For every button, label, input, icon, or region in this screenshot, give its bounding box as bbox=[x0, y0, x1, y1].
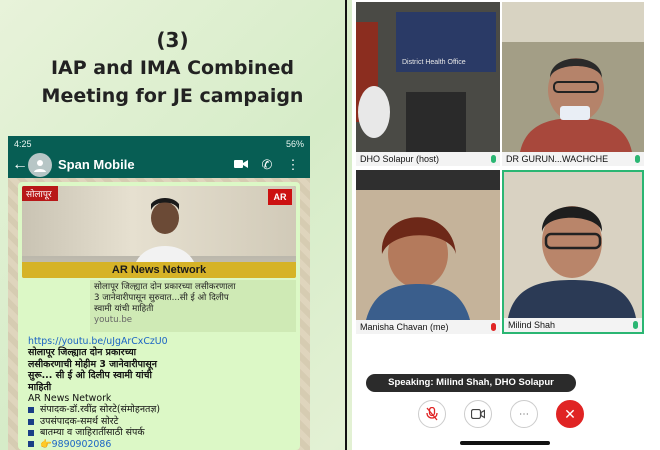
mic-muted-icon bbox=[491, 323, 496, 331]
mic-off-icon bbox=[426, 407, 438, 421]
call-controls: ⋯ ✕ bbox=[352, 400, 660, 430]
battery-level: 56% bbox=[285, 138, 304, 149]
whatsapp-screenshot: 4:25 56% ← Span Mobile ✆ ⋮ सोलापूर AR AR… bbox=[8, 136, 310, 450]
speaking-indicator: Speaking: Milind Shah, DHO Solapur bbox=[366, 374, 576, 392]
participant-tile[interactable]: District Health Office DHO Solapur (host… bbox=[356, 2, 500, 166]
end-call-button[interactable]: ✕ bbox=[556, 400, 584, 428]
bullet-icon bbox=[28, 407, 34, 414]
status-bar: 4:25 56% bbox=[8, 136, 310, 151]
participant-video bbox=[504, 172, 642, 318]
participant-video bbox=[502, 2, 644, 152]
list-item: 👉9890902086 bbox=[28, 439, 296, 450]
participant-label: DR GURUN...WACHCHE bbox=[502, 152, 644, 166]
more-button[interactable]: ⋯ bbox=[510, 400, 538, 428]
video-call-icon[interactable] bbox=[228, 157, 254, 172]
preview-line-2: 3 जानेवारीपासून सुरुवात...सी ई ओ दिलीप bbox=[94, 293, 229, 303]
heading-line-1: IAP and IMA Combined bbox=[50, 57, 295, 79]
office-sign: District Health Office bbox=[402, 59, 466, 66]
participant-name: DR GURUN...WACHCHE bbox=[506, 154, 609, 164]
panel-divider bbox=[345, 0, 347, 450]
preview-domain: youtu.be bbox=[94, 315, 133, 325]
mic-on-icon bbox=[635, 155, 640, 163]
left-panel: (3) IAP and IMA Combined Meeting for JE … bbox=[0, 0, 345, 450]
preview-line-1: सोलापूर जिल्ह्यात दोन प्रकारच्या लसीकरणा… bbox=[94, 282, 236, 292]
channel-logo: AR bbox=[268, 189, 292, 205]
message-bold-2: लसीकरणाची मोहीम 3 जानेवारीपासून bbox=[28, 358, 157, 370]
contact-avatar[interactable] bbox=[28, 152, 52, 177]
participant-tile[interactable]: DR GURUN...WACHCHE bbox=[502, 2, 644, 166]
ellipsis-icon: ⋯ bbox=[519, 408, 529, 420]
heading-number: (3) bbox=[156, 28, 189, 52]
status-time: 4:25 bbox=[14, 138, 32, 149]
participant-tile-active[interactable]: Milind Shah bbox=[502, 170, 644, 334]
camera-button[interactable] bbox=[464, 400, 492, 428]
participant-label: Milind Shah bbox=[504, 318, 642, 332]
message-bold-4: माहिती bbox=[28, 381, 52, 393]
heading-line-2: Meeting for JE campaign bbox=[41, 85, 304, 107]
video-banner: AR News Network bbox=[22, 262, 296, 278]
contact-name[interactable]: Span Mobile bbox=[58, 157, 228, 172]
mic-on-icon bbox=[491, 155, 496, 163]
bullet-icon bbox=[28, 429, 34, 436]
message-bubble[interactable]: सोलापूर AR AR News Network सोलापूर जिल्ह… bbox=[18, 182, 300, 450]
video-thumbnail[interactable]: सोलापूर AR AR News Network bbox=[22, 186, 296, 278]
office-scene: District Health Office bbox=[356, 2, 500, 152]
back-arrow-icon[interactable]: ← bbox=[12, 156, 28, 174]
home-indicator bbox=[460, 441, 550, 445]
chat-area: सोलापूर AR AR News Network सोलापूर जिल्ह… bbox=[8, 178, 310, 450]
slide-heading: (3) IAP and IMA Combined Meeting for JE … bbox=[0, 26, 345, 110]
list-item: उपसंपादक-समर्थ सोरटे bbox=[28, 416, 296, 427]
location-tag: सोलापूर bbox=[22, 186, 58, 201]
close-icon: ✕ bbox=[564, 405, 576, 422]
bullet-icon bbox=[28, 441, 34, 448]
participant-name: DHO Solapur (host) bbox=[360, 154, 440, 164]
participant-label: DHO Solapur (host) bbox=[356, 152, 500, 166]
message-link[interactable]: https://youtu.be/uJgArCxCzU0 bbox=[28, 336, 296, 347]
network-name: AR News Network bbox=[28, 393, 112, 405]
link-preview[interactable]: सोलापूर जिल्ह्यात दोन प्रकारच्या लसीकरणा… bbox=[90, 280, 296, 332]
more-options-icon[interactable]: ⋮ bbox=[280, 157, 306, 173]
preview-line-3: स्वामी यांची माहिती bbox=[94, 304, 154, 314]
message-bold-3: सुरू... सी ई ओ दिलीप स्वामी यांची bbox=[28, 370, 152, 382]
video-meeting-screenshot: District Health Office DHO Solapur (host… bbox=[352, 0, 660, 450]
list-item: बातम्या व जाहिरातींसाठी संपर्क bbox=[28, 427, 296, 438]
participant-label: Manisha Chavan (me) bbox=[356, 320, 500, 334]
mic-on-icon bbox=[633, 321, 638, 329]
message-bold-1: सोलापूर जिल्ह्यात दोन प्रकारच्या bbox=[28, 347, 137, 359]
participant-name: Milind Shah bbox=[508, 320, 556, 330]
participant-video bbox=[356, 170, 500, 320]
participant-name: Manisha Chavan (me) bbox=[360, 322, 449, 332]
camera-icon bbox=[471, 409, 485, 419]
chat-header: ← Span Mobile ✆ ⋮ bbox=[8, 151, 310, 178]
phone-call-icon[interactable]: ✆ bbox=[254, 157, 280, 173]
bullet-icon bbox=[28, 418, 34, 425]
participant-tile[interactable]: Manisha Chavan (me) bbox=[356, 170, 500, 334]
message-text: https://youtu.be/uJgArCxCzU0 सोलापूर जिल… bbox=[28, 336, 296, 450]
mute-button[interactable] bbox=[418, 400, 446, 428]
list-item: संपादक-डॉ.रवींद्र सोरटे(संमोहनतज्ञ) bbox=[28, 404, 296, 415]
